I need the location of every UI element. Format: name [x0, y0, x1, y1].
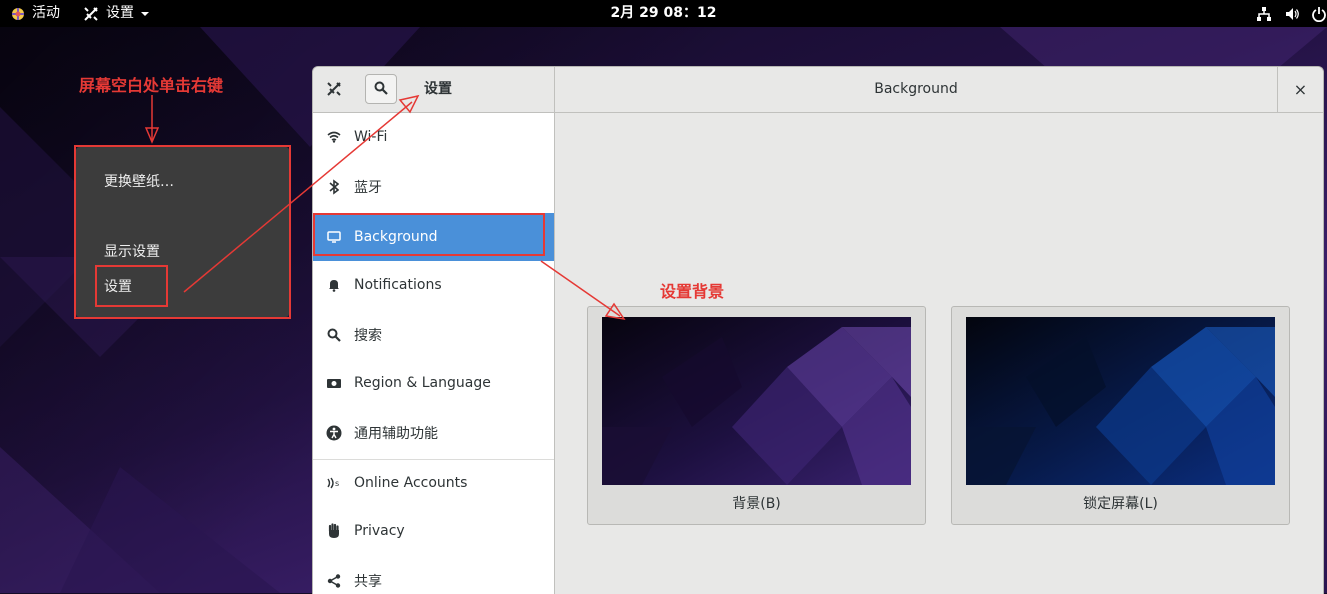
power-icon[interactable]	[1311, 0, 1327, 27]
activities-label: 活动	[32, 5, 60, 21]
sidebar-item-region-language[interactable]: Region & Language	[313, 359, 554, 407]
sidebar-item-label: 通用辅助功能	[354, 426, 438, 442]
sidebar-item-label: 共享	[354, 574, 382, 590]
sidebar-item-sharing[interactable]: 共享	[313, 557, 554, 594]
settings-sidebar: Wi-Fi 蓝牙 Background Notifications 搜索 Reg…	[313, 113, 555, 594]
volume-icon[interactable]	[1284, 0, 1300, 27]
accessibility-icon	[326, 425, 342, 441]
sidebar-item-label: Region & Language	[354, 375, 491, 391]
sidebar-item-label: Notifications	[354, 277, 442, 293]
clock[interactable]: 2月 29 08：12	[0, 0, 1327, 27]
share-icon	[326, 573, 342, 589]
close-button[interactable]: ×	[1278, 67, 1323, 112]
dropdown-arrow-icon	[140, 10, 150, 18]
background-item-highlight	[313, 213, 545, 256]
lock-screen-label: 锁定屏幕(L)	[1083, 496, 1158, 512]
bell-icon	[326, 277, 342, 293]
bluetooth-icon	[326, 179, 342, 195]
sidebar-item-wifi[interactable]: Wi-Fi	[313, 113, 554, 161]
sidebar-item-label: Privacy	[354, 523, 405, 539]
search-button[interactable]	[365, 74, 397, 104]
tools-icon	[321, 76, 347, 102]
sidebar-item-bluetooth[interactable]: 蓝牙	[313, 163, 554, 211]
search-icon	[374, 80, 388, 99]
top-bar: 活动 设置 2月 29 08：12	[0, 0, 1327, 27]
lock-screen-thumbnail	[966, 317, 1275, 485]
hand-icon	[326, 523, 342, 539]
sidebar-item-label: Wi-Fi	[354, 129, 388, 145]
page-title: Background	[874, 81, 958, 97]
sidebar-item-search[interactable]: 搜索	[313, 311, 554, 359]
tools-icon	[82, 5, 100, 23]
set-background-hint: 设置背景	[660, 282, 725, 301]
activities-button[interactable]: 活动	[10, 0, 60, 27]
sidebar-item-online-accounts[interactable]: s Online Accounts	[313, 459, 554, 507]
sidebar-item-accessibility[interactable]: 通用辅助功能	[313, 409, 554, 457]
sidebar-item-label: 搜索	[354, 328, 382, 344]
settings-item-highlight	[95, 265, 168, 307]
lock-screen-card[interactable]: 锁定屏幕(L)	[951, 306, 1290, 525]
online-accounts-icon: s	[326, 475, 342, 491]
activities-icon	[10, 6, 26, 22]
desktop-background-thumbnail	[602, 317, 911, 485]
background-panel: 背景(B) 锁定屏幕(L)	[555, 113, 1323, 594]
sidebar-title: 设置	[424, 81, 452, 97]
sidebar-item-privacy[interactable]: Privacy	[313, 507, 554, 555]
app-menu-label: 设置	[106, 5, 134, 21]
sidebar-item-notifications[interactable]: Notifications	[313, 261, 554, 309]
network-icon[interactable]	[1256, 0, 1272, 27]
header-bar: 设置 Background ×	[313, 67, 1323, 113]
camera-icon	[326, 375, 342, 391]
search-icon	[326, 327, 342, 343]
sidebar-header: 设置	[313, 67, 555, 112]
desktop-background-label: 背景(B)	[732, 496, 781, 512]
sidebar-item-label: 蓝牙	[354, 180, 382, 196]
wifi-icon	[326, 129, 342, 145]
desktop-background-card[interactable]: 背景(B)	[587, 306, 926, 525]
right-click-hint: 屏幕空白处单击右键	[79, 76, 224, 95]
sidebar-item-label: Online Accounts	[354, 475, 468, 491]
close-icon: ×	[1293, 80, 1308, 99]
clock-label: 2月 29 08：12	[610, 5, 717, 21]
app-menu[interactable]: 设置	[82, 0, 150, 27]
svg-text:s: s	[335, 479, 339, 488]
settings-window: 设置 Background × Wi-Fi 蓝牙 Background Noti…	[312, 66, 1324, 594]
